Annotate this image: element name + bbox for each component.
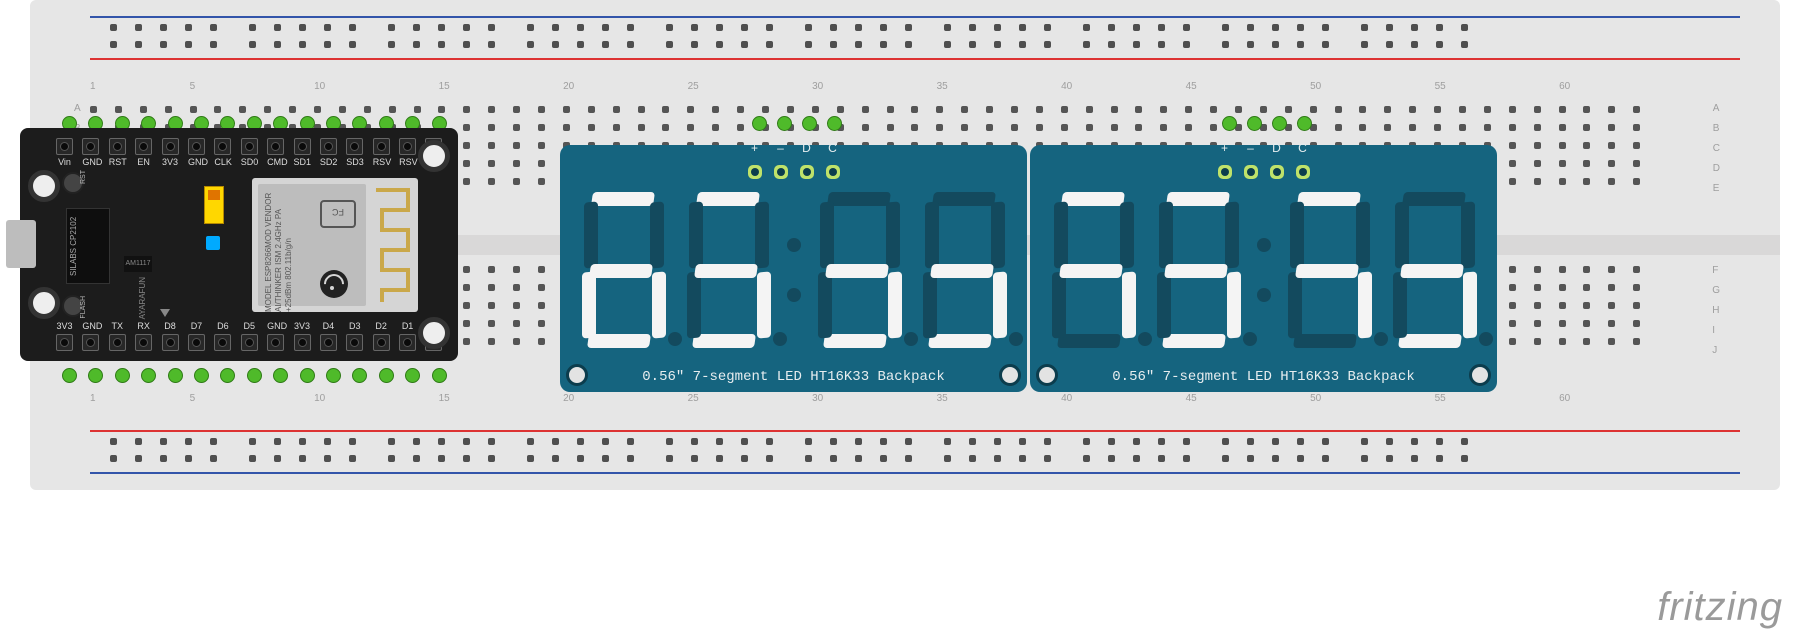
seven-seg-digit — [1149, 188, 1247, 352]
status-led-icon — [206, 236, 220, 250]
mount-hole-icon — [418, 317, 450, 349]
esp8266-module: MODEL ESP8266MOD VENDOR AI/THINKER ISM 2… — [252, 178, 418, 312]
flash-button-label: FLASH — [80, 296, 87, 319]
seven-seg-digit — [1385, 188, 1483, 352]
mcu-pin-labels-bottom: 3V3GNDTXRXD8D7D6D5GND3V3D4D3D2D1D0 — [56, 322, 442, 331]
colon-icon — [785, 188, 803, 352]
diagram-canvas: 151015202530354045505560 151015202530354… — [0, 0, 1797, 636]
fcc-logo-icon: FC — [320, 200, 356, 228]
power-rail-top — [30, 10, 1780, 66]
mcu-pin-labels-top: VinGNDRSTEN3V3GNDCLKSD0CMDSD1SD2SD3RSVRS… — [56, 158, 442, 167]
maker-label: AYARAFUN — [138, 277, 147, 319]
svg-text:FC: FC — [332, 207, 344, 217]
i2c-header: +–DC — [748, 151, 840, 179]
column-numbers-bottom: 151015202530354045505560 — [90, 394, 1710, 408]
seven-seg-backpack-1: +–DC 0.56" 7-segment LED HT16K33 Backpac… — [560, 145, 1027, 392]
mcu-pin-row-top — [56, 138, 442, 155]
i2c-header: +–DC — [1218, 151, 1310, 179]
colon-icon — [1255, 188, 1273, 352]
usb-port-icon — [6, 220, 36, 268]
seven-seg-display — [574, 181, 1013, 358]
seven-seg-digit — [915, 188, 1013, 352]
seven-seg-backpack-2: +–DC 0.56" 7-segment LED HT16K33 Backpac… — [1030, 145, 1497, 392]
nodemcu-board: VinGNDRSTEN3V3GNDCLKSD0CMDSD1SD2SD3RSVRS… — [20, 128, 458, 361]
seven-seg-digit — [574, 188, 672, 352]
usb-serial-chip: SILABS CP2102 — [66, 208, 110, 284]
row-labels-right-bot: FGHIJ — [1712, 266, 1720, 356]
backpack-label: 0.56" 7-segment LED HT16K33 Backpack — [590, 370, 997, 384]
mount-hole-icon — [418, 140, 450, 172]
power-rail-bottom — [30, 424, 1780, 480]
backpack-label: 0.56" 7-segment LED HT16K33 Backpack — [1060, 370, 1467, 384]
screw-hole-icon — [1469, 364, 1491, 386]
esp-module-text: MODEL ESP8266MOD VENDOR AI/THINKER ISM 2… — [264, 192, 294, 312]
seven-seg-digit — [1044, 188, 1142, 352]
smd-component-icon — [204, 186, 224, 224]
seven-seg-digit — [810, 188, 908, 352]
screw-hole-icon — [999, 364, 1021, 386]
seven-seg-display — [1044, 181, 1483, 358]
screw-hole-icon — [1036, 364, 1058, 386]
arrow-down-icon — [160, 309, 170, 317]
pcb-antenna-icon — [372, 186, 412, 304]
rail-top-holes — [110, 24, 1492, 48]
seven-seg-digit — [679, 188, 777, 352]
column-numbers-top: 151015202530354045505560 — [90, 82, 1710, 96]
rail-bot-holes — [110, 438, 1492, 462]
screw-hole-icon — [566, 364, 588, 386]
fritzing-watermark: fritzing — [1657, 585, 1783, 630]
row-labels-right-top: ABCDE — [1713, 104, 1720, 194]
mount-hole-icon — [28, 287, 60, 319]
mount-hole-icon — [28, 170, 60, 202]
seven-seg-digit — [1280, 188, 1378, 352]
wifi-icon — [320, 270, 348, 298]
regulator-chip: AM1117 — [124, 256, 152, 272]
reset-button-label: RST — [80, 170, 87, 184]
mcu-pin-row-bottom — [56, 334, 442, 351]
